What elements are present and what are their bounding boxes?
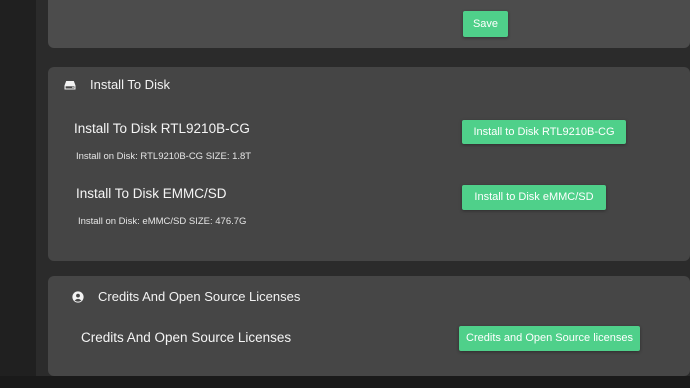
- install-rtl9210b-button[interactable]: Install to Disk RTL9210B-CG: [462, 120, 626, 144]
- save-button[interactable]: Save: [463, 11, 508, 37]
- disk-rtl9210b-info: Install on Disk: RTL9210B-CG SIZE: 1.8T: [76, 151, 252, 162]
- install-section-header: Install To Disk: [64, 77, 170, 92]
- disk-emmc-info: Install on Disk: eMMC/SD SIZE: 476.7G: [78, 216, 247, 227]
- user-circle-icon: [72, 290, 84, 303]
- credits-card: Credits And Open Source Licenses Credits…: [48, 276, 690, 376]
- credits-licenses-button[interactable]: Credits and Open Source licenses: [459, 326, 640, 351]
- credits-section-title: Credits And Open Source Licenses: [98, 289, 301, 304]
- install-section-title: Install To Disk: [90, 77, 170, 92]
- install-to-disk-card: Install To Disk Install To Disk RTL9210B…: [48, 67, 690, 261]
- screen-bezel-left: [0, 0, 36, 388]
- credits-row-title: Credits And Open Source Licenses: [81, 330, 292, 345]
- disk-rtl9210b-title: Install To Disk RTL9210B-CG: [74, 121, 250, 136]
- install-emmc-button[interactable]: Install to Disk eMMC/SD: [462, 185, 606, 210]
- credits-section-header: Credits And Open Source Licenses: [72, 289, 300, 304]
- screen-bezel-bottom: [0, 376, 690, 388]
- settings-card-top: Save: [48, 0, 690, 48]
- disk-emmc-title: Install To Disk EMMC/SD: [76, 186, 227, 201]
- drive-icon: [64, 79, 76, 91]
